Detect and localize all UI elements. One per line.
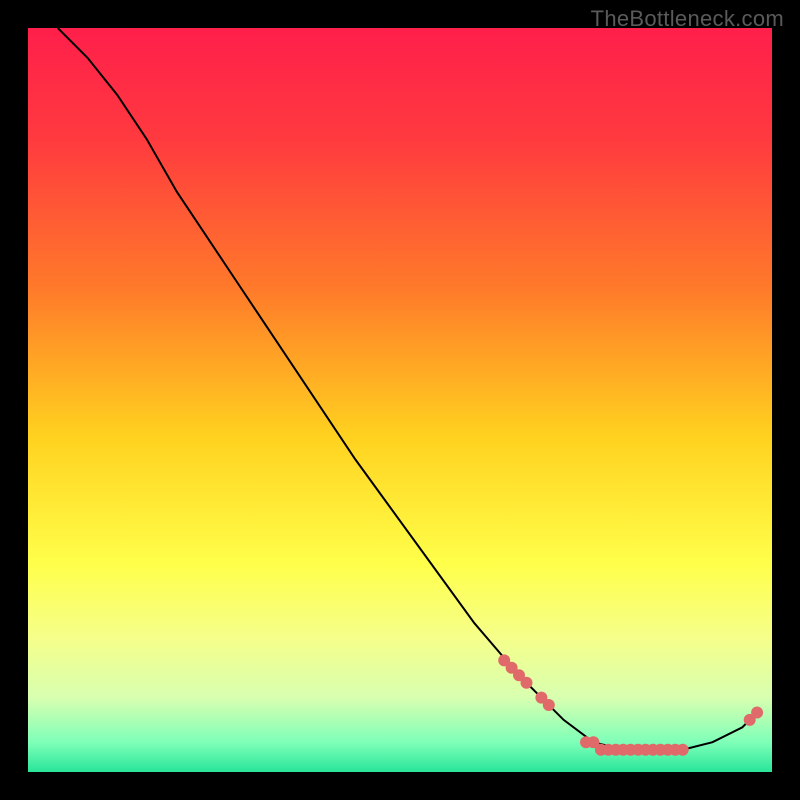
highlight-dot — [751, 707, 763, 719]
plot-area — [28, 28, 772, 772]
gradient-background — [28, 28, 772, 772]
highlight-dot — [543, 699, 555, 711]
chart-svg — [28, 28, 772, 772]
highlight-dot — [521, 677, 533, 689]
highlight-dot — [677, 744, 689, 756]
chart-canvas: TheBottleneck.com — [0, 0, 800, 800]
